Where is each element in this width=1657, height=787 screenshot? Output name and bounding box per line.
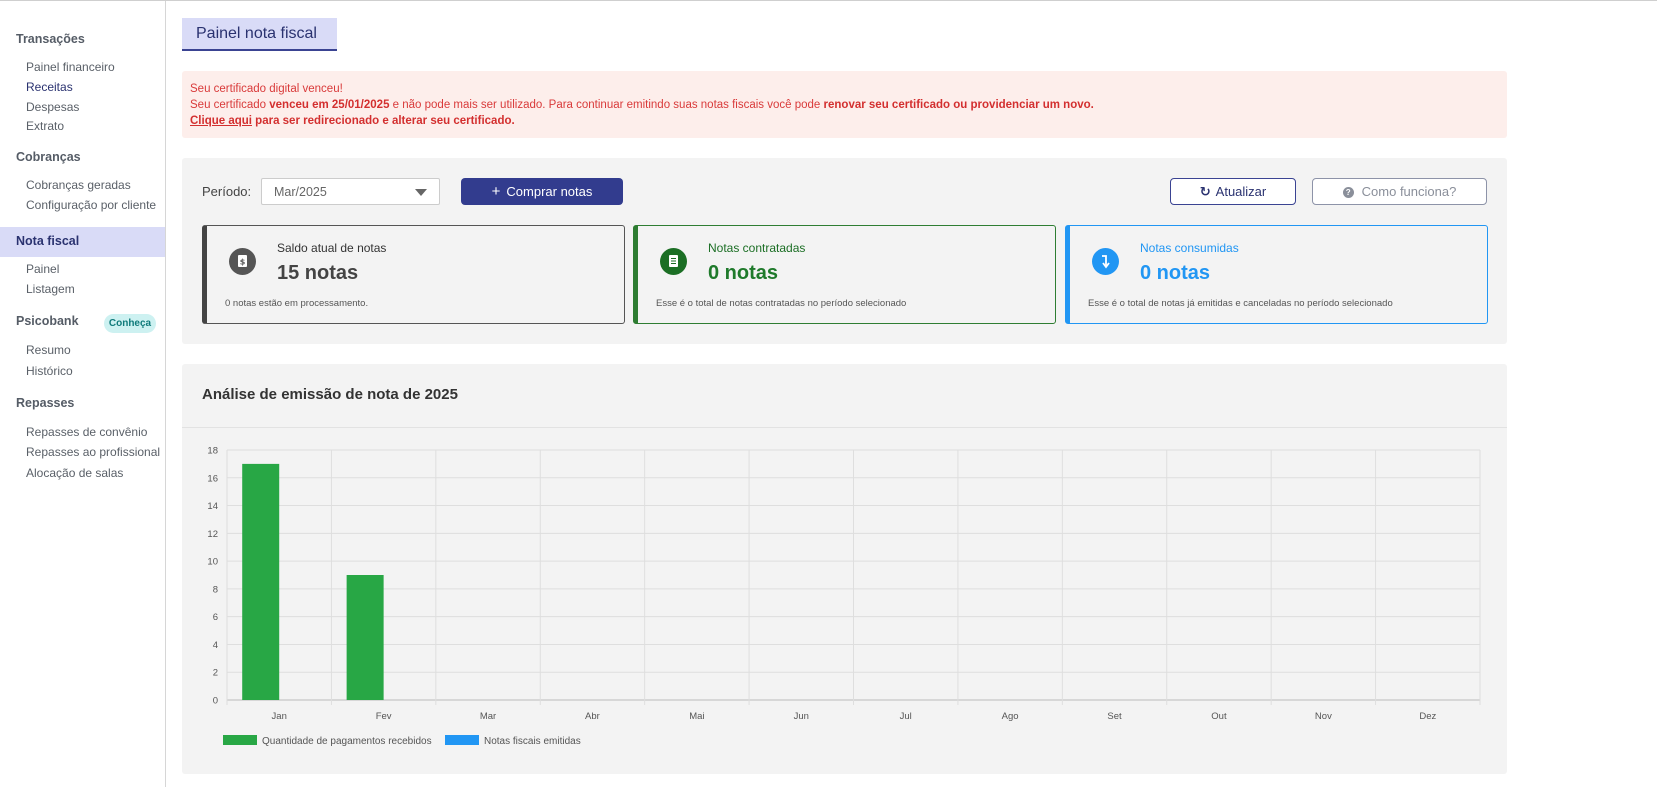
sidebar-item-painel[interactable]: Painel <box>26 262 59 276</box>
certificate-expired-alert: Seu certificado digital venceu! Seu cert… <box>182 71 1507 138</box>
card-notas-consumidas: Notas consumidas 0 notas Esse é o total … <box>1065 225 1488 324</box>
card-value: 0 notas <box>1140 262 1211 284</box>
card-note: Esse é o total de notas já emitidas e ca… <box>1088 298 1393 309</box>
x-tick-label: Mai <box>689 711 704 722</box>
svg-text:$: $ <box>240 258 246 267</box>
x-tick-label: Fev <box>376 711 392 722</box>
sidebar-item-listagem[interactable]: Listagem <box>26 282 75 296</box>
card-value: 15 notas <box>277 262 359 284</box>
x-tick-label: Jun <box>794 711 809 722</box>
sidebar-item-repasses-profissional[interactable]: Repasses ao profissional <box>26 445 160 459</box>
sidebar-item-extrato[interactable]: Extrato <box>26 119 64 133</box>
x-tick-label: Jan <box>272 711 287 722</box>
y-tick-label: 12 <box>207 529 218 540</box>
chart-title: Análise de emissão de nota de 2025 <box>202 386 458 403</box>
y-tick-label: 10 <box>207 557 218 568</box>
bar-pagamentos <box>242 463 280 700</box>
x-tick-label: Abr <box>585 711 600 722</box>
bar-chart: 0 2 4 6 8 10 12 14 16 18 Jan Fev Mar Abr Mai Jun Jul Ago S… <box>207 446 1481 722</box>
sidebar-item-configuracao-por-cliente[interactable]: Configuração por cliente <box>26 198 156 212</box>
sidebar-item-despesas[interactable]: Despesas <box>26 100 79 114</box>
sidebar-item-alocacao-salas[interactable]: Alocação de salas <box>26 466 123 480</box>
alert-line-3: Clique aqui para ser redirecionado e alt… <box>190 115 515 127</box>
alert-line-2: Seu certificado venceu em 25/01/2025 e n… <box>190 99 1094 111</box>
sidebar-section-cobrancas[interactable]: Cobranças <box>16 150 81 164</box>
refresh-icon: ↻ <box>1199 184 1211 199</box>
card-note: 0 notas estão em processamento. <box>225 298 369 309</box>
legend-swatch-green <box>223 735 257 745</box>
x-tick-label: Nov <box>1315 711 1332 722</box>
y-tick-label: 0 <box>213 696 218 707</box>
x-tick-label: Jul <box>900 711 912 722</box>
y-tick-label: 14 <box>207 501 218 512</box>
x-tick-label: Dez <box>1419 711 1436 722</box>
y-tick-label: 4 <box>213 640 218 651</box>
x-tick-label: Out <box>1211 711 1227 722</box>
x-tick-label: Set <box>1107 711 1122 722</box>
y-tick-label: 2 <box>213 668 218 679</box>
sidebar-section-transacoes[interactable]: Transações <box>16 32 85 46</box>
card-title: Saldo atual de notas <box>277 241 387 255</box>
card-saldo-atual: $ Saldo atual de notas 15 notas 0 notas … <box>202 225 625 324</box>
sidebar-item-historico[interactable]: Histórico <box>26 364 73 378</box>
y-tick-label: 18 <box>207 446 218 457</box>
card-value: 0 notas <box>708 262 779 284</box>
card-notas-contratadas: Notas contratadas 0 notas Esse é o total… <box>633 225 1056 324</box>
card-title: Notas consumidas <box>1140 241 1239 255</box>
dollar-document-icon: $ <box>229 248 256 275</box>
periodo-select-value: Mar/2025 <box>274 185 327 199</box>
y-tick-label: 8 <box>213 584 218 595</box>
question-icon: ? <box>1342 187 1354 198</box>
sidebar: Transações Painel financeiro Receitas De… <box>0 1 166 787</box>
sidebar-item-resumo[interactable]: Resumo <box>26 343 71 357</box>
bar-pagamentos <box>346 575 384 700</box>
card-note: Esse é o total de notas contratadas no p… <box>656 298 907 309</box>
y-tick-label: 16 <box>207 473 218 484</box>
conheca-badge[interactable]: Conheça <box>104 314 156 333</box>
sidebar-item-cobrancas-geradas[interactable]: Cobranças geradas <box>26 178 131 192</box>
chart-divider <box>182 427 1507 428</box>
sidebar-section-nota-fiscal[interactable]: Nota fiscal <box>16 234 79 248</box>
arrow-down-icon <box>1092 248 1119 275</box>
legend-item-pagamentos[interactable]: Quantidade de pagamentos recebidos <box>223 735 432 747</box>
plus-icon: + <box>491 183 501 200</box>
sidebar-item-painel-financeiro[interactable]: Painel financeiro <box>26 60 115 74</box>
sidebar-section-repasses[interactable]: Repasses <box>16 396 74 410</box>
comprar-notas-button[interactable]: + Comprar notas <box>461 178 623 205</box>
chevron-down-icon <box>415 189 427 196</box>
atualizar-button[interactable]: ↻ Atualizar <box>1170 178 1296 205</box>
card-title: Notas contratadas <box>708 241 806 255</box>
document-icon <box>660 248 687 275</box>
periodo-label: Período: <box>202 184 252 199</box>
sidebar-section-psicobank[interactable]: Psicobank <box>16 314 79 328</box>
legend-item-notas-emitidas[interactable]: Notas fiscais emitidas <box>445 735 581 747</box>
top-border <box>0 0 1657 1</box>
x-tick-label: Ago <box>1002 711 1019 722</box>
alert-line-1: Seu certificado digital venceu! <box>190 83 343 95</box>
como-funciona-button[interactable]: ? Como funciona? <box>1312 178 1487 205</box>
clique-aqui-link[interactable]: Clique aqui <box>190 115 252 127</box>
legend-swatch-blue <box>445 735 479 745</box>
sidebar-item-receitas[interactable]: Receitas <box>26 80 73 94</box>
page-title: Painel nota fiscal <box>182 18 337 51</box>
x-tick-label: Mar <box>480 711 496 722</box>
y-tick-label: 6 <box>213 612 218 623</box>
sidebar-item-repasses-convenio[interactable]: Repasses de convênio <box>26 425 147 439</box>
periodo-select[interactable]: Mar/2025 <box>261 178 440 205</box>
